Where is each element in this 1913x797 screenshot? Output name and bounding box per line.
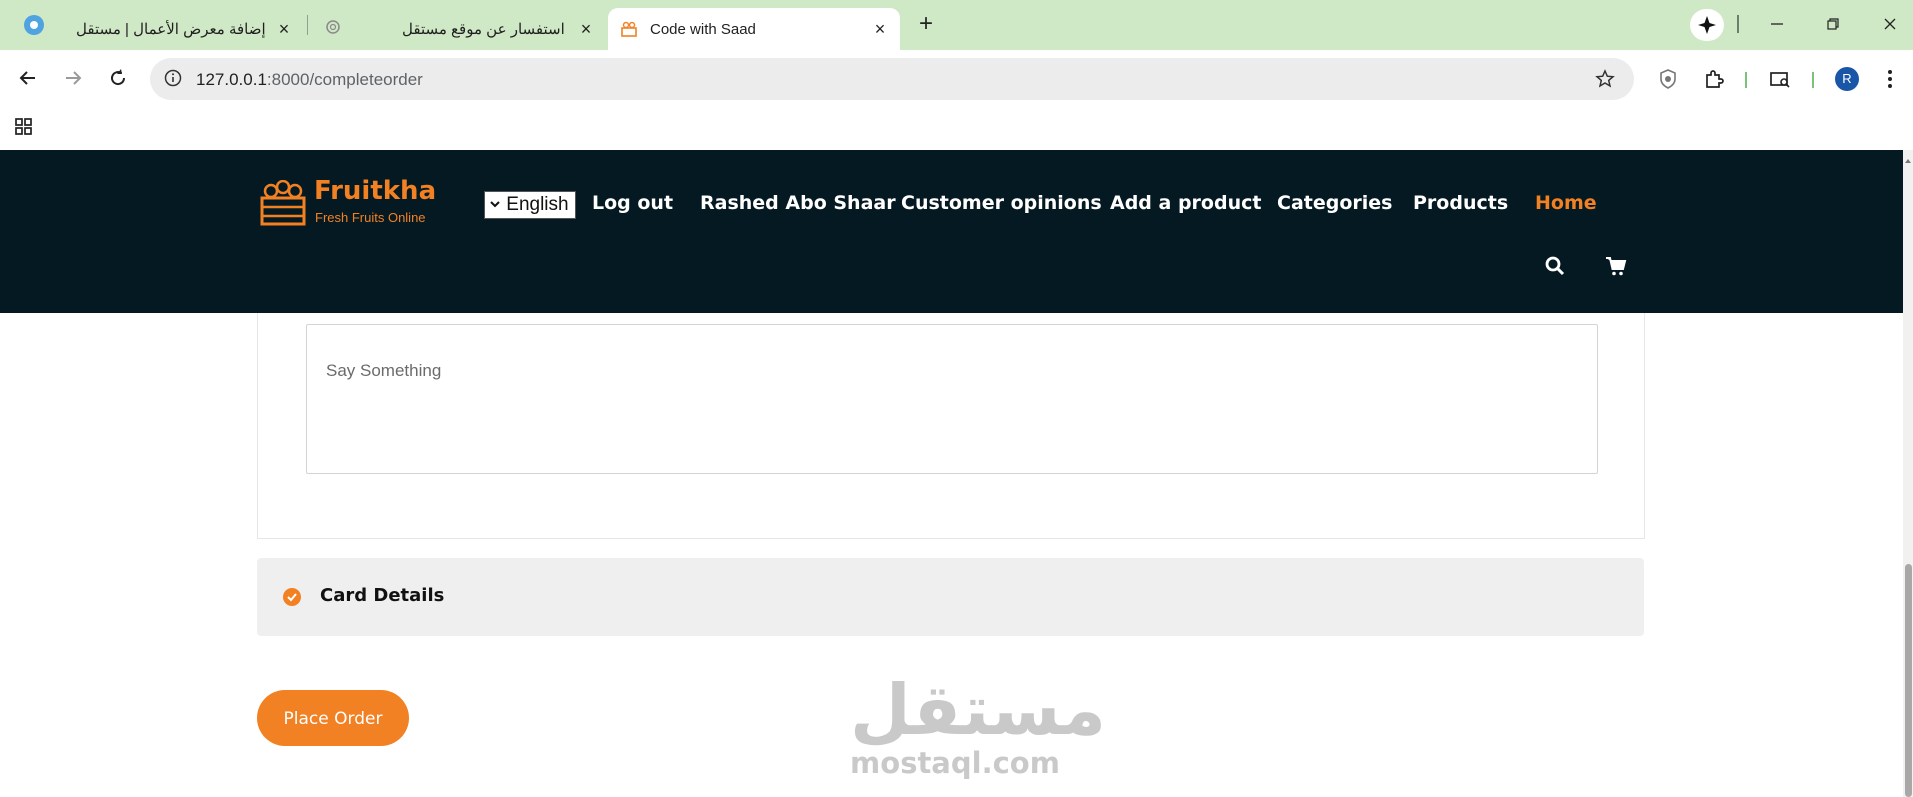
close-icon[interactable]: × bbox=[872, 20, 888, 38]
window-close-icon[interactable] bbox=[1878, 12, 1902, 36]
address-bar[interactable]: 127.0.0.1:8000/completeorder bbox=[150, 58, 1634, 100]
scrollbar-thumb[interactable] bbox=[1905, 564, 1912, 797]
profile-avatar[interactable]: R bbox=[1835, 67, 1859, 91]
language-select[interactable]: English bbox=[484, 191, 576, 219]
logo-name: Fruitkha bbox=[314, 176, 437, 206]
cart-icon[interactable] bbox=[1604, 254, 1628, 278]
tab-separator bbox=[307, 15, 308, 35]
forward-icon[interactable] bbox=[59, 64, 87, 92]
tab-code-with-saad[interactable]: Code with Saad × bbox=[608, 8, 900, 50]
tab-search-icon[interactable] bbox=[24, 15, 44, 35]
more-menu-icon[interactable] bbox=[1880, 67, 1900, 91]
minimize-icon[interactable] bbox=[1765, 12, 1789, 36]
extensions-icon[interactable] bbox=[1702, 67, 1726, 91]
close-icon[interactable]: × bbox=[578, 20, 594, 38]
tab-search-icon[interactable] bbox=[1768, 67, 1792, 91]
message-placeholder: Say Something bbox=[326, 361, 442, 380]
nav-home[interactable]: Home bbox=[1535, 192, 1597, 214]
logo-tagline: Fresh Fruits Online bbox=[315, 210, 426, 225]
url-path: :8000/completeorder bbox=[266, 70, 423, 89]
page-scrollbar[interactable] bbox=[1903, 150, 1913, 797]
search-icon[interactable] bbox=[1543, 254, 1567, 278]
new-tab-button[interactable]: + bbox=[914, 12, 938, 36]
toolbar-separator bbox=[1745, 72, 1747, 88]
site-header: Fruitkha Fresh Fruits Online English Log… bbox=[0, 150, 1903, 313]
tab-portfolio[interactable]: إضافة معرض الأعمال | مستقل × bbox=[60, 8, 300, 50]
chevron-down-icon bbox=[489, 192, 501, 218]
card-details-panel[interactable]: Card Details bbox=[257, 558, 1644, 636]
fruit-basket-icon bbox=[258, 179, 308, 228]
browser-toolbar: 127.0.0.1:8000/completeorder R bbox=[0, 50, 1913, 108]
close-icon[interactable]: × bbox=[276, 20, 292, 38]
scroll-up-arrow-icon[interactable] bbox=[1904, 152, 1912, 163]
url-host: 127.0.0.1 bbox=[196, 70, 267, 89]
site-info-icon[interactable] bbox=[164, 69, 182, 87]
bookmark-star-icon[interactable] bbox=[1594, 68, 1616, 90]
back-icon[interactable] bbox=[14, 64, 42, 92]
chatgpt-icon bbox=[325, 19, 341, 35]
shield-icon[interactable] bbox=[1656, 67, 1680, 91]
fruit-basket-icon bbox=[620, 20, 638, 38]
place-order-button[interactable]: Place Order bbox=[257, 690, 409, 746]
toolbar-separator bbox=[1737, 15, 1739, 33]
bookmarks-bar bbox=[0, 108, 1913, 150]
nav-logout[interactable]: Log out bbox=[592, 192, 673, 214]
toolbar-separator bbox=[1812, 72, 1814, 88]
watermark: مستقل mostaql.com bbox=[850, 669, 1107, 780]
url-text: 127.0.0.1:8000/completeorder bbox=[196, 70, 423, 90]
nav-add-product[interactable]: Add a product bbox=[1110, 192, 1261, 214]
language-value: English bbox=[506, 194, 569, 216]
browser-tab-strip: إضافة معرض الأعمال | مستقل × استفسار عن … bbox=[0, 0, 1913, 50]
nav-user-profile[interactable]: Rashed Abo Shaar bbox=[700, 192, 896, 214]
tab-inquiry[interactable]: استفسار عن موقع مستقل × bbox=[312, 8, 604, 50]
tab-title: إضافة معرض الأعمال | مستقل bbox=[76, 21, 266, 38]
billing-form-panel: Say Something bbox=[257, 313, 1645, 539]
card-details-title: Card Details bbox=[320, 585, 445, 606]
apps-grid-icon[interactable] bbox=[14, 117, 34, 137]
watermark-latin: mostaql.com bbox=[850, 746, 1060, 780]
nav-customer-opinions[interactable]: Customer opinions bbox=[901, 192, 1102, 214]
watermark-arabic: مستقل bbox=[850, 669, 1107, 751]
gemini-icon[interactable] bbox=[1690, 9, 1724, 41]
message-textarea[interactable]: Say Something bbox=[306, 324, 1598, 474]
check-circle-icon bbox=[283, 588, 301, 606]
tab-title: Code with Saad bbox=[650, 20, 756, 38]
restore-icon[interactable] bbox=[1821, 12, 1845, 36]
tab-title: استفسار عن موقع مستقل bbox=[402, 21, 565, 38]
nav-products[interactable]: Products bbox=[1413, 192, 1508, 214]
reload-icon[interactable] bbox=[104, 64, 132, 92]
nav-categories[interactable]: Categories bbox=[1277, 192, 1392, 214]
